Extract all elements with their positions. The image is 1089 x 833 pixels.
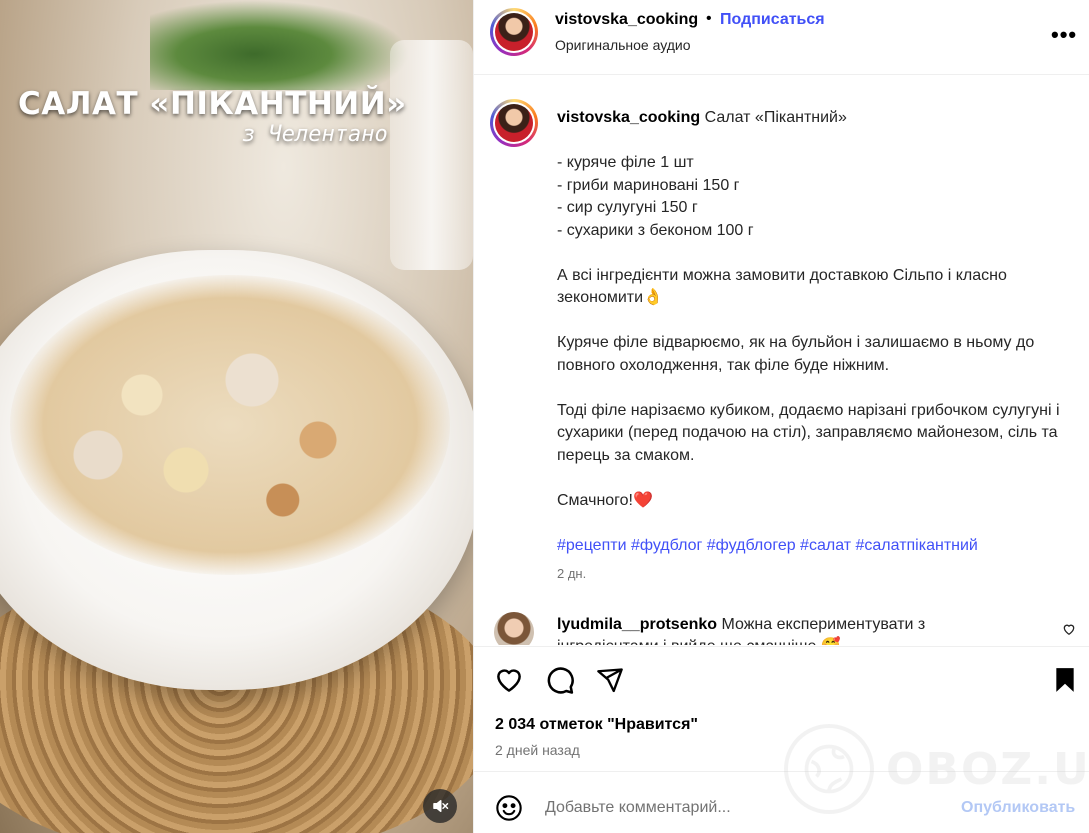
commenter-username[interactable]: lyudmila__protsenko <box>557 616 717 633</box>
comment-icon[interactable] <box>545 665 575 695</box>
post-panel: vistovska_cooking • Подписаться Оригинал… <box>473 0 1089 833</box>
post-header: vistovska_cooking • Подписаться Оригинал… <box>474 0 1089 75</box>
caption-username[interactable]: vistovska_cooking <box>557 109 700 126</box>
post-date: 2 дней назад <box>495 742 580 758</box>
separator-dot: • <box>706 10 712 27</box>
likes-count[interactable]: 2 034 отметок "Нравится" <box>495 716 698 734</box>
heart-icon[interactable] <box>1062 622 1076 636</box>
commenter-avatar[interactable] <box>494 612 534 645</box>
ingredient-item: - сир сулугуні 150 г <box>557 199 698 216</box>
avatar-image <box>495 104 533 142</box>
background-jar <box>390 40 473 270</box>
media-subtitle: з Челентано <box>242 122 388 147</box>
emoji-icon[interactable] <box>495 794 523 822</box>
caption-age: 2 дн. <box>557 566 587 581</box>
globe-icon <box>784 724 874 814</box>
caption-avatar[interactable] <box>490 99 538 147</box>
post-caption: vistovska_cooking Салат «Пікантний» - ку… <box>557 107 1077 557</box>
ingredient-item: - сухарики з беконом 100 г <box>557 221 754 239</box>
caption-closing: Смачного!❤️ <box>557 491 653 509</box>
ingredient-item: - куряче філе 1 шт <box>557 154 694 171</box>
caption-paragraph: Тоді філе нарізаємо кубиком, додаємо нар… <box>557 401 1060 464</box>
follow-button[interactable]: Подписаться <box>720 11 825 29</box>
author-avatar[interactable] <box>490 8 538 56</box>
audio-label[interactable]: Оригинальное аудио <box>555 37 691 53</box>
watermark: OBOZ.UA <box>784 724 1089 814</box>
speaker-muted-icon <box>433 800 449 812</box>
hashtags[interactable]: #рецепти #фудблог #фудблогер #салат #сал… <box>557 535 1077 558</box>
salad <box>10 275 450 575</box>
ellipsis-icon[interactable]: ••• <box>1051 22 1077 48</box>
post-media[interactable]: САЛАТ «ПІКАНТНИЙ» з Челентано <box>0 0 473 833</box>
media-title: САЛАТ «ПІКАНТНИЙ» <box>18 86 407 122</box>
avatar-image <box>495 13 533 51</box>
comment-item: lyudmila__protsenko Можна експериментува… <box>494 610 1084 645</box>
watermark-text: OBOZ.UA <box>886 743 1089 795</box>
mute-button[interactable] <box>423 789 457 823</box>
heart-icon[interactable] <box>494 665 524 695</box>
caption-title: Салат «Пікантний» <box>704 109 847 126</box>
caption-paragraph: Куряче філе відварюємо, як на бульйон і … <box>557 334 1035 374</box>
ingredient-item: - гриби мариновані 150 г <box>557 176 740 194</box>
bookmark-icon[interactable] <box>1052 665 1078 695</box>
caption-paragraph: А всі інгредієнти можна замовити доставк… <box>557 266 1007 307</box>
share-icon[interactable] <box>595 666 625 694</box>
author-username[interactable]: vistovska_cooking <box>555 11 698 29</box>
background-plant <box>150 0 410 90</box>
